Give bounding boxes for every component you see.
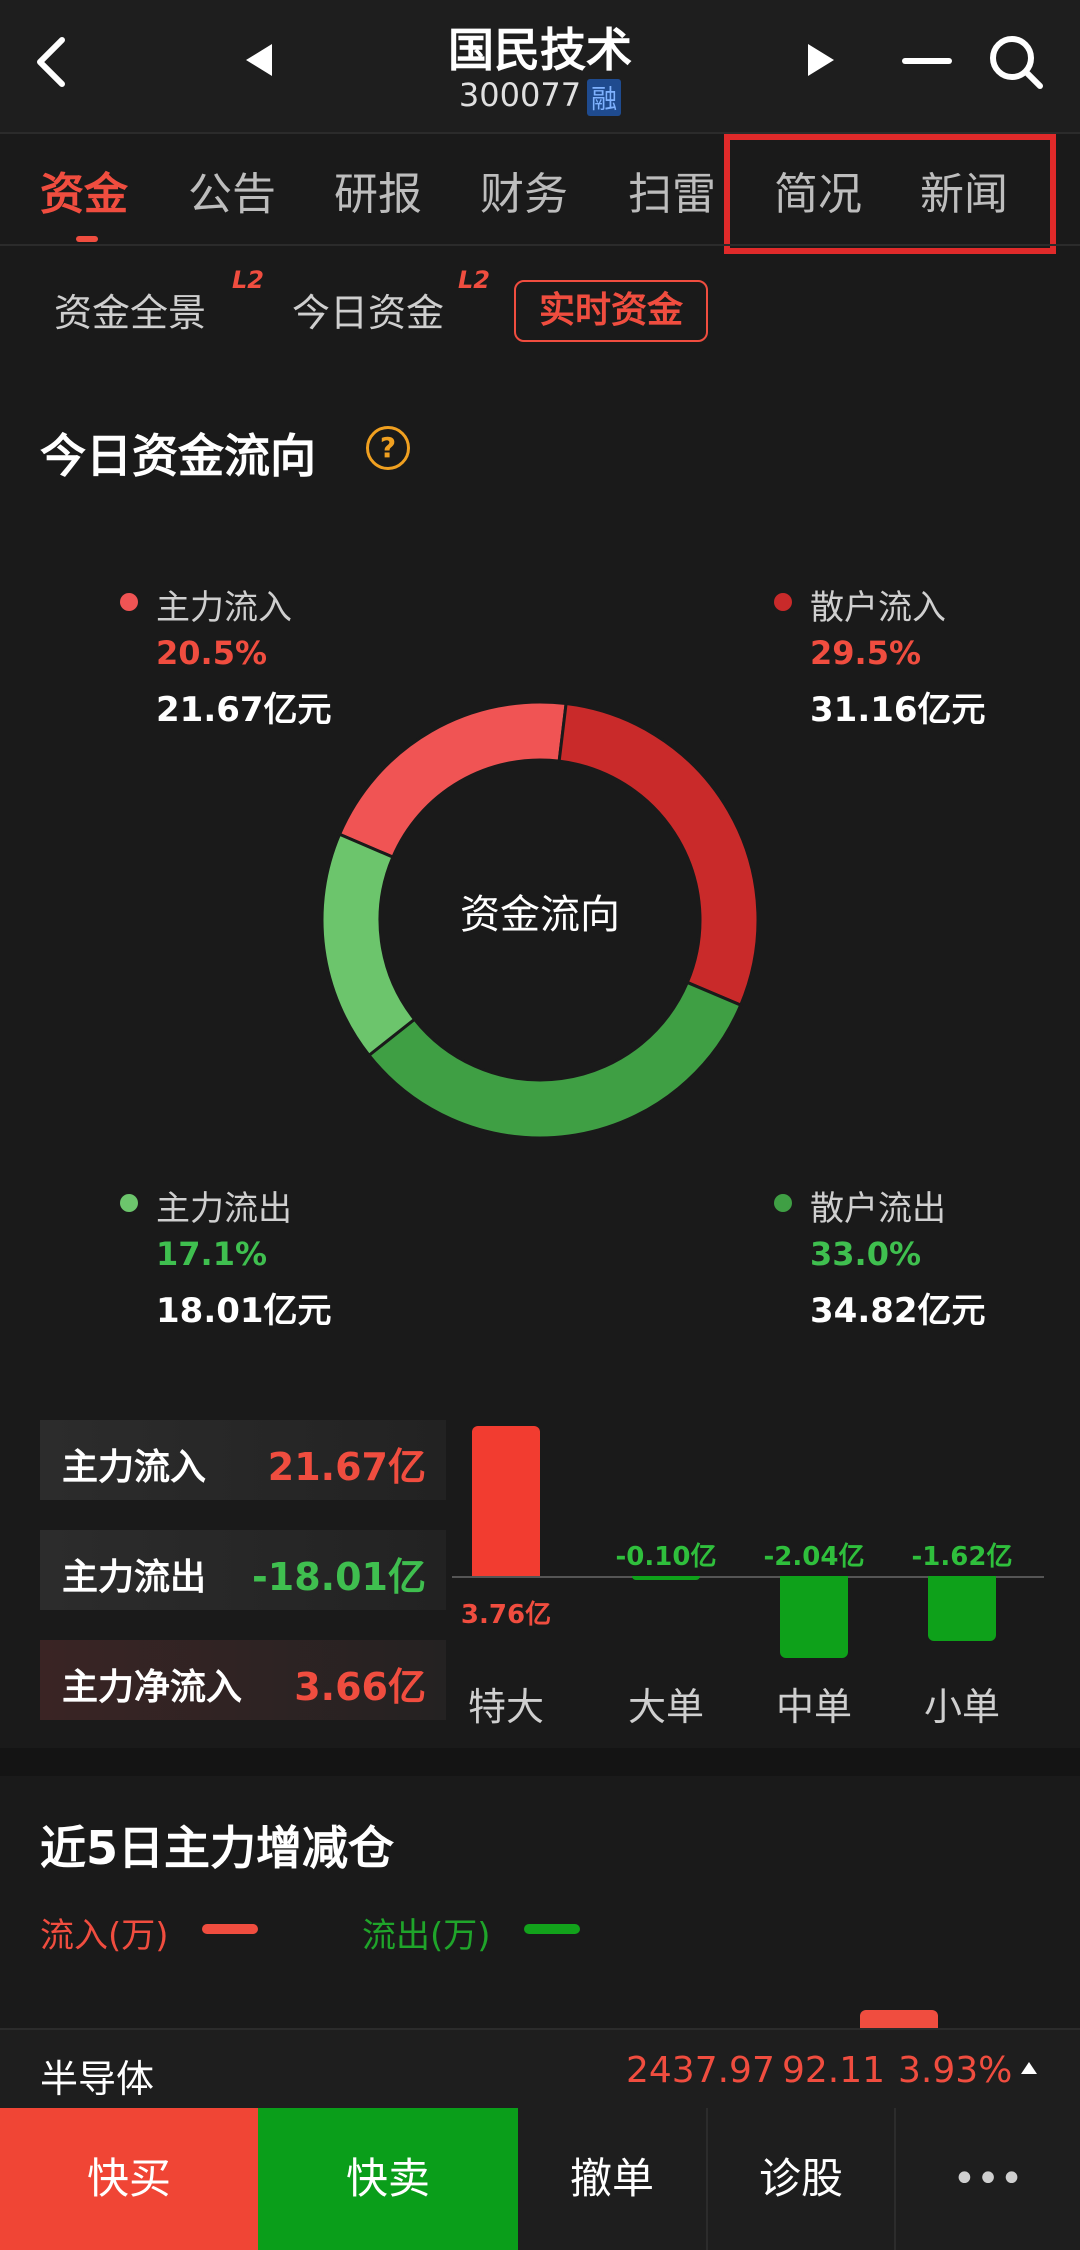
subtab-realtime[interactable]: 实时资金: [514, 280, 708, 342]
order-bar: [780, 1576, 848, 1658]
legend-retail-in-amount: 31.16亿元: [810, 690, 986, 730]
subtab-today[interactable]: 今日资金: [292, 282, 444, 337]
legend-outflow-label: 流出(万): [362, 1916, 491, 1956]
section-separator: [0, 1748, 1080, 1776]
tab-research[interactable]: 研报: [334, 158, 422, 222]
summary-row-main-in: 主力流入 21.67亿: [40, 1420, 446, 1500]
expand-up-icon[interactable]: [1020, 2060, 1038, 2079]
stock-name: 国民技术: [448, 23, 632, 77]
help-icon[interactable]: ?: [366, 426, 410, 470]
sector-ticker[interactable]: 半导体 2437.97 92.11 3.93%: [0, 2028, 1080, 2110]
summary-row-main-out: 主力流出 -18.01亿: [40, 1530, 446, 1610]
order-bar-value: 3.76亿: [460, 1600, 552, 1630]
tab-finance[interactable]: 财务: [480, 158, 568, 222]
legend-main-out-label: 主力流出: [156, 1189, 292, 1229]
subtab-panorama[interactable]: 资金全景: [54, 282, 206, 337]
sector-name: 半导体: [40, 2057, 155, 2101]
order-bar: [472, 1425, 540, 1576]
order-bar: [928, 1576, 996, 1641]
diagnose-button[interactable]: 诊股: [708, 2108, 896, 2250]
legend-dot: [774, 593, 792, 611]
legend-dot: [120, 1194, 138, 1212]
five-day-title: 近5日主力增减仓: [40, 1821, 395, 1875]
order-category-label: 特大: [467, 1685, 544, 1729]
l2-badge: L2: [232, 266, 264, 294]
tab-announcements[interactable]: 公告: [188, 158, 276, 222]
next-stock-icon[interactable]: [804, 40, 838, 84]
summary-row-main-net: 主力净流入 3.66亿: [40, 1640, 446, 1720]
bottom-action-bar: 快买 快卖 撤单 诊股 •••: [0, 2108, 1080, 2250]
summary-label: 主力流入: [62, 1447, 207, 1488]
order-size-bar-chart: 3.76亿特大 -0.10亿大单 -2.04亿中单 -1.62亿小单: [452, 1414, 1044, 1744]
order-category-label: 大单: [627, 1685, 704, 1729]
highlight-box: [724, 134, 1056, 254]
menu-icon[interactable]: [902, 58, 952, 64]
legend-dot: [120, 593, 138, 611]
more-icon[interactable]: •••: [896, 2108, 1080, 2250]
l2-badge: L2: [458, 266, 490, 294]
legend-outflow-swatch: [524, 1924, 580, 1934]
search-icon[interactable]: [988, 34, 1044, 94]
fund-flow-donut: 资金流向: [320, 700, 760, 1140]
order-bar: [632, 1576, 700, 1580]
cancel-order-button[interactable]: 撤单: [518, 2108, 708, 2250]
tab-funds[interactable]: 资金: [40, 158, 128, 222]
legend-main-in-pct: 20.5%: [156, 634, 268, 672]
summary-value: -18.01亿: [252, 1555, 426, 1599]
donut-center-label: 资金流向: [460, 892, 620, 938]
active-tab-indicator: [76, 236, 98, 242]
quick-sell-button[interactable]: 快卖: [258, 2108, 518, 2250]
tabs-divider: [0, 244, 1080, 246]
order-bar-value: -0.10亿: [615, 1542, 717, 1572]
legend-main-in-amount: 21.67亿元: [156, 690, 332, 730]
legend-inflow-label: 流入(万): [40, 1916, 169, 1956]
legend-inflow-swatch: [202, 1924, 258, 1934]
legend-main-out-pct: 17.1%: [156, 1235, 268, 1273]
donut-slice: [557, 701, 760, 1008]
stock-code: 300077: [458, 76, 582, 114]
tab-risk-scan[interactable]: 扫雷: [628, 158, 716, 222]
summary-label: 主力流出: [62, 1557, 207, 1598]
quick-buy-button[interactable]: 快买: [0, 2108, 258, 2250]
legend-main-out-amount: 18.01亿元: [156, 1291, 332, 1331]
legend-retail-out-label: 散户流出: [810, 1189, 946, 1229]
legend-retail-in-pct: 29.5%: [810, 634, 922, 672]
margin-badge: 融: [587, 78, 622, 116]
donut-slice: [337, 700, 568, 860]
legend-main-in-label: 主力流入: [156, 588, 292, 628]
sector-change-pct: 3.93%: [898, 2050, 1013, 2091]
order-category-label: 小单: [923, 1685, 1000, 1729]
sector-price: 2437.97: [626, 2050, 775, 2091]
legend-retail-out-pct: 33.0%: [810, 1235, 922, 1273]
stock-code-row: 300077 融: [0, 76, 1080, 116]
order-bar-value: -1.62亿: [911, 1542, 1013, 1572]
summary-label: 主力净流入: [62, 1667, 243, 1708]
legend-dot: [774, 1194, 792, 1212]
summary-value: 3.66亿: [294, 1665, 426, 1709]
summary-value: 21.67亿: [267, 1445, 426, 1489]
sector-change: 92.11: [782, 2050, 886, 2091]
donut-slice: [366, 980, 743, 1140]
legend-retail-in-label: 散户流入: [810, 588, 946, 628]
section-title: 今日资金流向: [40, 429, 316, 483]
legend-retail-out-amount: 34.82亿元: [810, 1291, 986, 1331]
five-day-bar-partial: [860, 2010, 938, 2028]
order-category-label: 中单: [775, 1685, 852, 1729]
donut-slice: [320, 832, 417, 1058]
order-bar-value: -2.04亿: [763, 1542, 865, 1572]
